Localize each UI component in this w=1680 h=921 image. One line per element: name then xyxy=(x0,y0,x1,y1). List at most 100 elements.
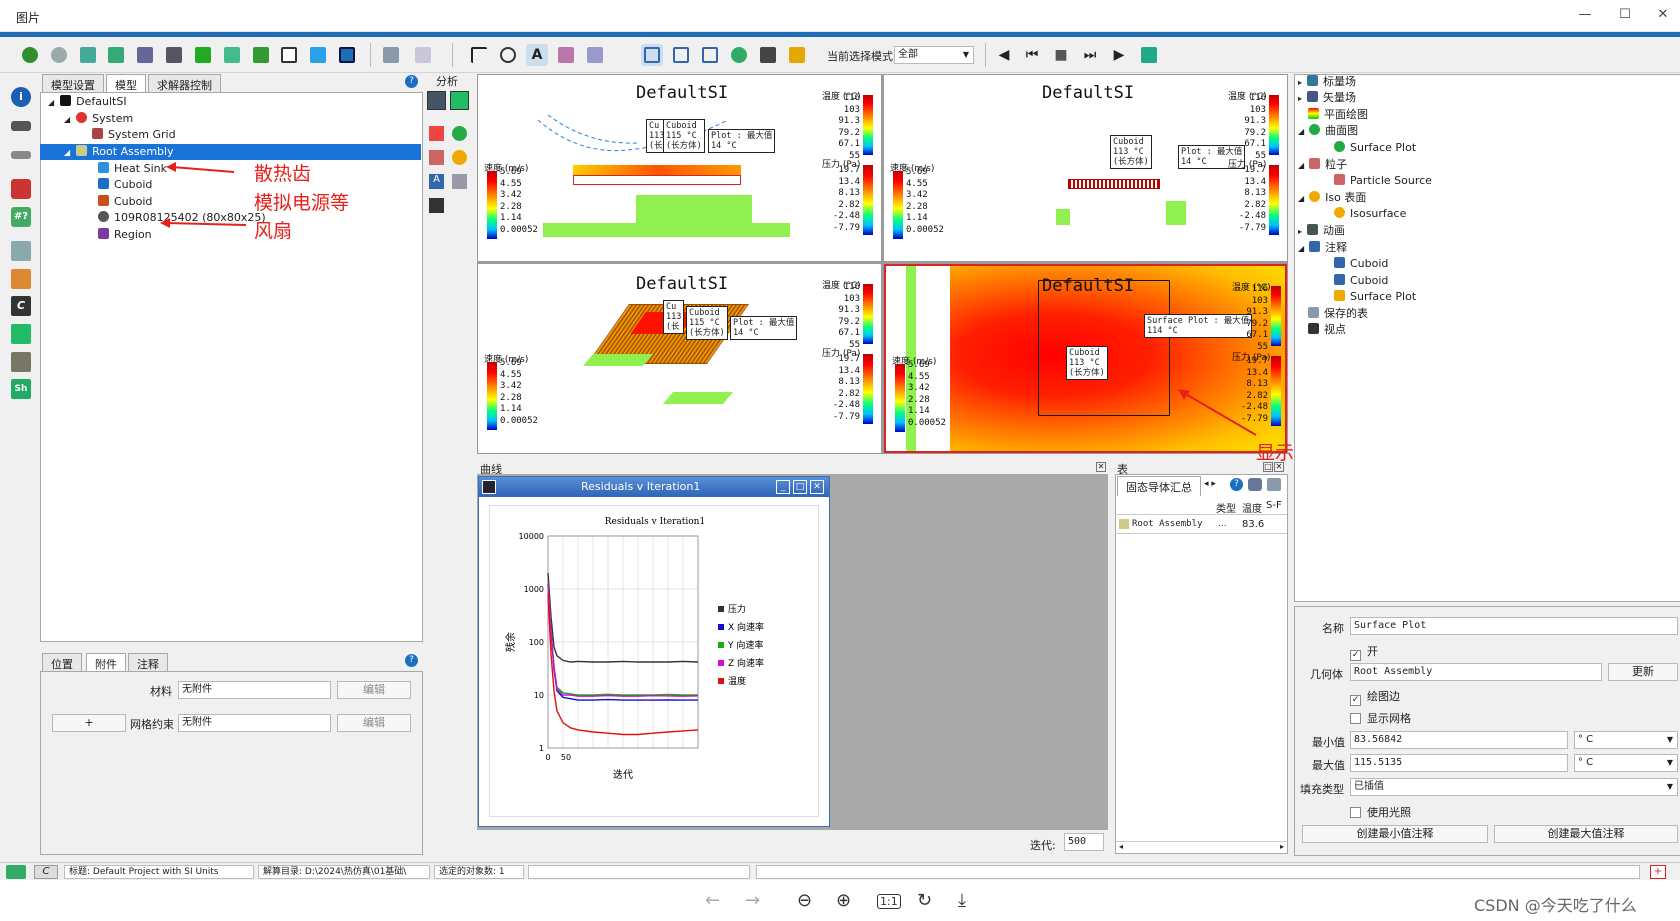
globe-icon[interactable] xyxy=(48,44,70,66)
wire-cube-icon[interactable] xyxy=(278,44,300,66)
tab-notes[interactable]: 注释 xyxy=(128,653,168,671)
tab-solver-control[interactable]: 求解器控制 xyxy=(148,74,221,92)
name-field[interactable]: Surface Plot xyxy=(1350,617,1678,635)
tree-item-plane-plot[interactable]: 平面绘图 xyxy=(1308,107,1368,123)
min-unit-dropdown[interactable]: ° C ▼ xyxy=(1574,731,1678,749)
play-icon[interactable]: ▶ xyxy=(1108,44,1130,66)
table-max-icon[interactable]: □ xyxy=(1263,462,1273,472)
back-arrow-icon[interactable]: ← xyxy=(705,890,720,911)
table-row[interactable]: Root Assembly ... 83.6 xyxy=(1116,516,1287,534)
shaded-cube-icon[interactable] xyxy=(336,44,358,66)
glasses-outline-icon[interactable] xyxy=(11,151,31,159)
tree-item-saved-tables[interactable]: 保存的表 xyxy=(1308,306,1368,322)
max-unit-dropdown[interactable]: ° C ▼ xyxy=(1574,754,1678,772)
stop-icon[interactable]: ■ xyxy=(1050,44,1072,66)
script-icon[interactable]: C xyxy=(34,865,58,879)
min-value-field[interactable]: 83.56842 xyxy=(1350,731,1568,749)
zoom-in-icon[interactable]: ⊕ xyxy=(836,890,851,911)
tree-item-particles[interactable]: ◢ 粒子 xyxy=(1298,157,1347,173)
solid-cube-icon[interactable] xyxy=(307,44,329,66)
tree-item-viewpoints[interactable]: 视点 xyxy=(1308,322,1346,338)
camera-view-icon[interactable] xyxy=(429,198,444,213)
camera-icon[interactable] xyxy=(757,44,779,66)
tree-item-annotations[interactable]: ◢ 注释 xyxy=(1298,240,1347,256)
help-icon[interactable]: ? xyxy=(405,75,418,88)
material-edit-button[interactable]: 编辑 xyxy=(337,681,411,699)
select-mode-dropdown[interactable]: 全部 ▼ xyxy=(894,46,974,64)
script-icon[interactable]: C xyxy=(11,296,31,316)
tree-item-annot-cuboid-2[interactable]: Cuboid xyxy=(1334,273,1388,289)
tree-item-cuboid-1[interactable]: Cuboid xyxy=(98,177,152,193)
chart-icon[interactable] xyxy=(192,44,214,66)
fan-icon[interactable] xyxy=(728,44,750,66)
table-help-icon[interactable]: ? xyxy=(1230,478,1243,491)
table-close-icon[interactable]: ✕ xyxy=(1274,462,1284,472)
text-annot-icon[interactable]: A xyxy=(526,44,548,66)
create-min-annotation-button[interactable]: 创建最小值注释 xyxy=(1302,825,1488,843)
slider-icon[interactable] xyxy=(163,44,185,66)
scalar-icon[interactable] xyxy=(429,126,444,141)
tree-item-region[interactable]: Region xyxy=(98,227,152,243)
residuals-minimize-button[interactable]: _ xyxy=(776,480,790,494)
minimize-button[interactable]: — xyxy=(1572,4,1598,26)
tree-item-surface-plot[interactable]: Surface Plot xyxy=(1334,140,1416,156)
viewport-front[interactable]: DefaultSI Cu 113 (长 Cuboid 115 °C (长方体) Plot… xyxy=(478,75,881,261)
create-max-annotation-button[interactable]: 创建最大值注释 xyxy=(1494,825,1678,843)
tree-item-system[interactable]: ◢ System xyxy=(64,111,133,127)
grid-x-icon[interactable] xyxy=(77,44,99,66)
curve-icon[interactable] xyxy=(11,269,31,289)
max-value-field[interactable]: 115.5135 xyxy=(1350,754,1568,772)
plot-settings-icon[interactable] xyxy=(380,44,402,66)
material-field[interactable]: 无附件 xyxy=(178,681,331,699)
surface-icon[interactable] xyxy=(452,126,467,141)
tab-attachments[interactable]: 附件 xyxy=(86,653,126,671)
annotation-icon[interactable]: A xyxy=(429,174,444,189)
tree-item-isosurface[interactable]: Isosurface xyxy=(1334,206,1406,222)
maximize-button[interactable]: ☐ xyxy=(1612,4,1638,26)
analysis-a-icon[interactable] xyxy=(427,91,446,110)
last-frame-icon[interactable]: ⏭ xyxy=(1079,44,1101,66)
help-icon-2[interactable]: ? xyxy=(405,654,418,667)
residuals-maximize-button[interactable]: □ xyxy=(793,480,807,494)
tree-item-defaultsi[interactable]: ◢ DefaultSI xyxy=(48,94,127,110)
ruler-icon[interactable] xyxy=(11,352,31,372)
tree-item-cuboid-2[interactable]: Cuboid xyxy=(98,194,152,210)
home-icon[interactable] xyxy=(19,44,41,66)
rotate-icon[interactable] xyxy=(497,44,519,66)
mesh-icon[interactable] xyxy=(134,44,156,66)
download-icon[interactable]: ⤓ xyxy=(958,890,966,911)
pointer-icon[interactable] xyxy=(468,44,490,66)
tree-item-system-grid[interactable]: System Grid xyxy=(92,127,176,143)
actual-size-icon[interactable]: 1:1 xyxy=(877,894,901,909)
table-icon[interactable] xyxy=(11,241,31,261)
tree-item-annot-cuboid-1[interactable]: Cuboid xyxy=(1334,256,1388,272)
table-export-icon[interactable] xyxy=(1267,478,1281,491)
tab-scroll-icon[interactable]: ◂ ▸ xyxy=(1204,479,1216,489)
table-refresh-icon[interactable] xyxy=(1248,478,1262,491)
tree-item-scalar-field[interactable]: ▸ 标量场 xyxy=(1298,74,1356,90)
quad-view-icon[interactable] xyxy=(641,44,663,66)
tab-solid-conductor-summary[interactable]: 固态导体汇总 xyxy=(1117,476,1201,496)
tile-view-icon[interactable] xyxy=(699,44,721,66)
prev-icon[interactable]: ◀ xyxy=(993,44,1015,66)
tree-item-vector-field[interactable]: ▸ 矢量场 xyxy=(1298,90,1356,106)
tree-item-animation[interactable]: ▸ 动画 xyxy=(1298,223,1345,239)
info-icon[interactable]: i xyxy=(11,87,31,107)
add-mesh-constraint-button[interactable]: + xyxy=(52,714,126,732)
plot-icon[interactable] xyxy=(11,324,31,344)
glasses-icon[interactable] xyxy=(11,121,31,131)
rotate-icon[interactable]: ↻ xyxy=(917,890,932,911)
tree-item-particle-source[interactable]: Particle Source xyxy=(1334,173,1432,189)
geometry-field[interactable]: Root Assembly xyxy=(1350,663,1602,681)
table-view-icon[interactable] xyxy=(452,174,467,189)
residuals-close-button[interactable]: ✕ xyxy=(810,480,824,494)
forward-arrow-icon[interactable]: → xyxy=(745,890,760,911)
grid-y-icon[interactable] xyxy=(105,44,127,66)
zoom-out-icon[interactable]: ⊖ xyxy=(797,890,812,911)
on-checkbox[interactable]: ✓ 开 xyxy=(1350,643,1378,661)
tree-item-iso-surfaces[interactable]: ◢ Iso 表面 xyxy=(1298,190,1366,206)
export-icon[interactable] xyxy=(1138,44,1160,66)
iteration-field[interactable]: 500 xyxy=(1064,833,1104,851)
tab-model[interactable]: 模型 xyxy=(106,74,146,92)
status-alert-icon[interactable]: + xyxy=(1650,865,1666,879)
